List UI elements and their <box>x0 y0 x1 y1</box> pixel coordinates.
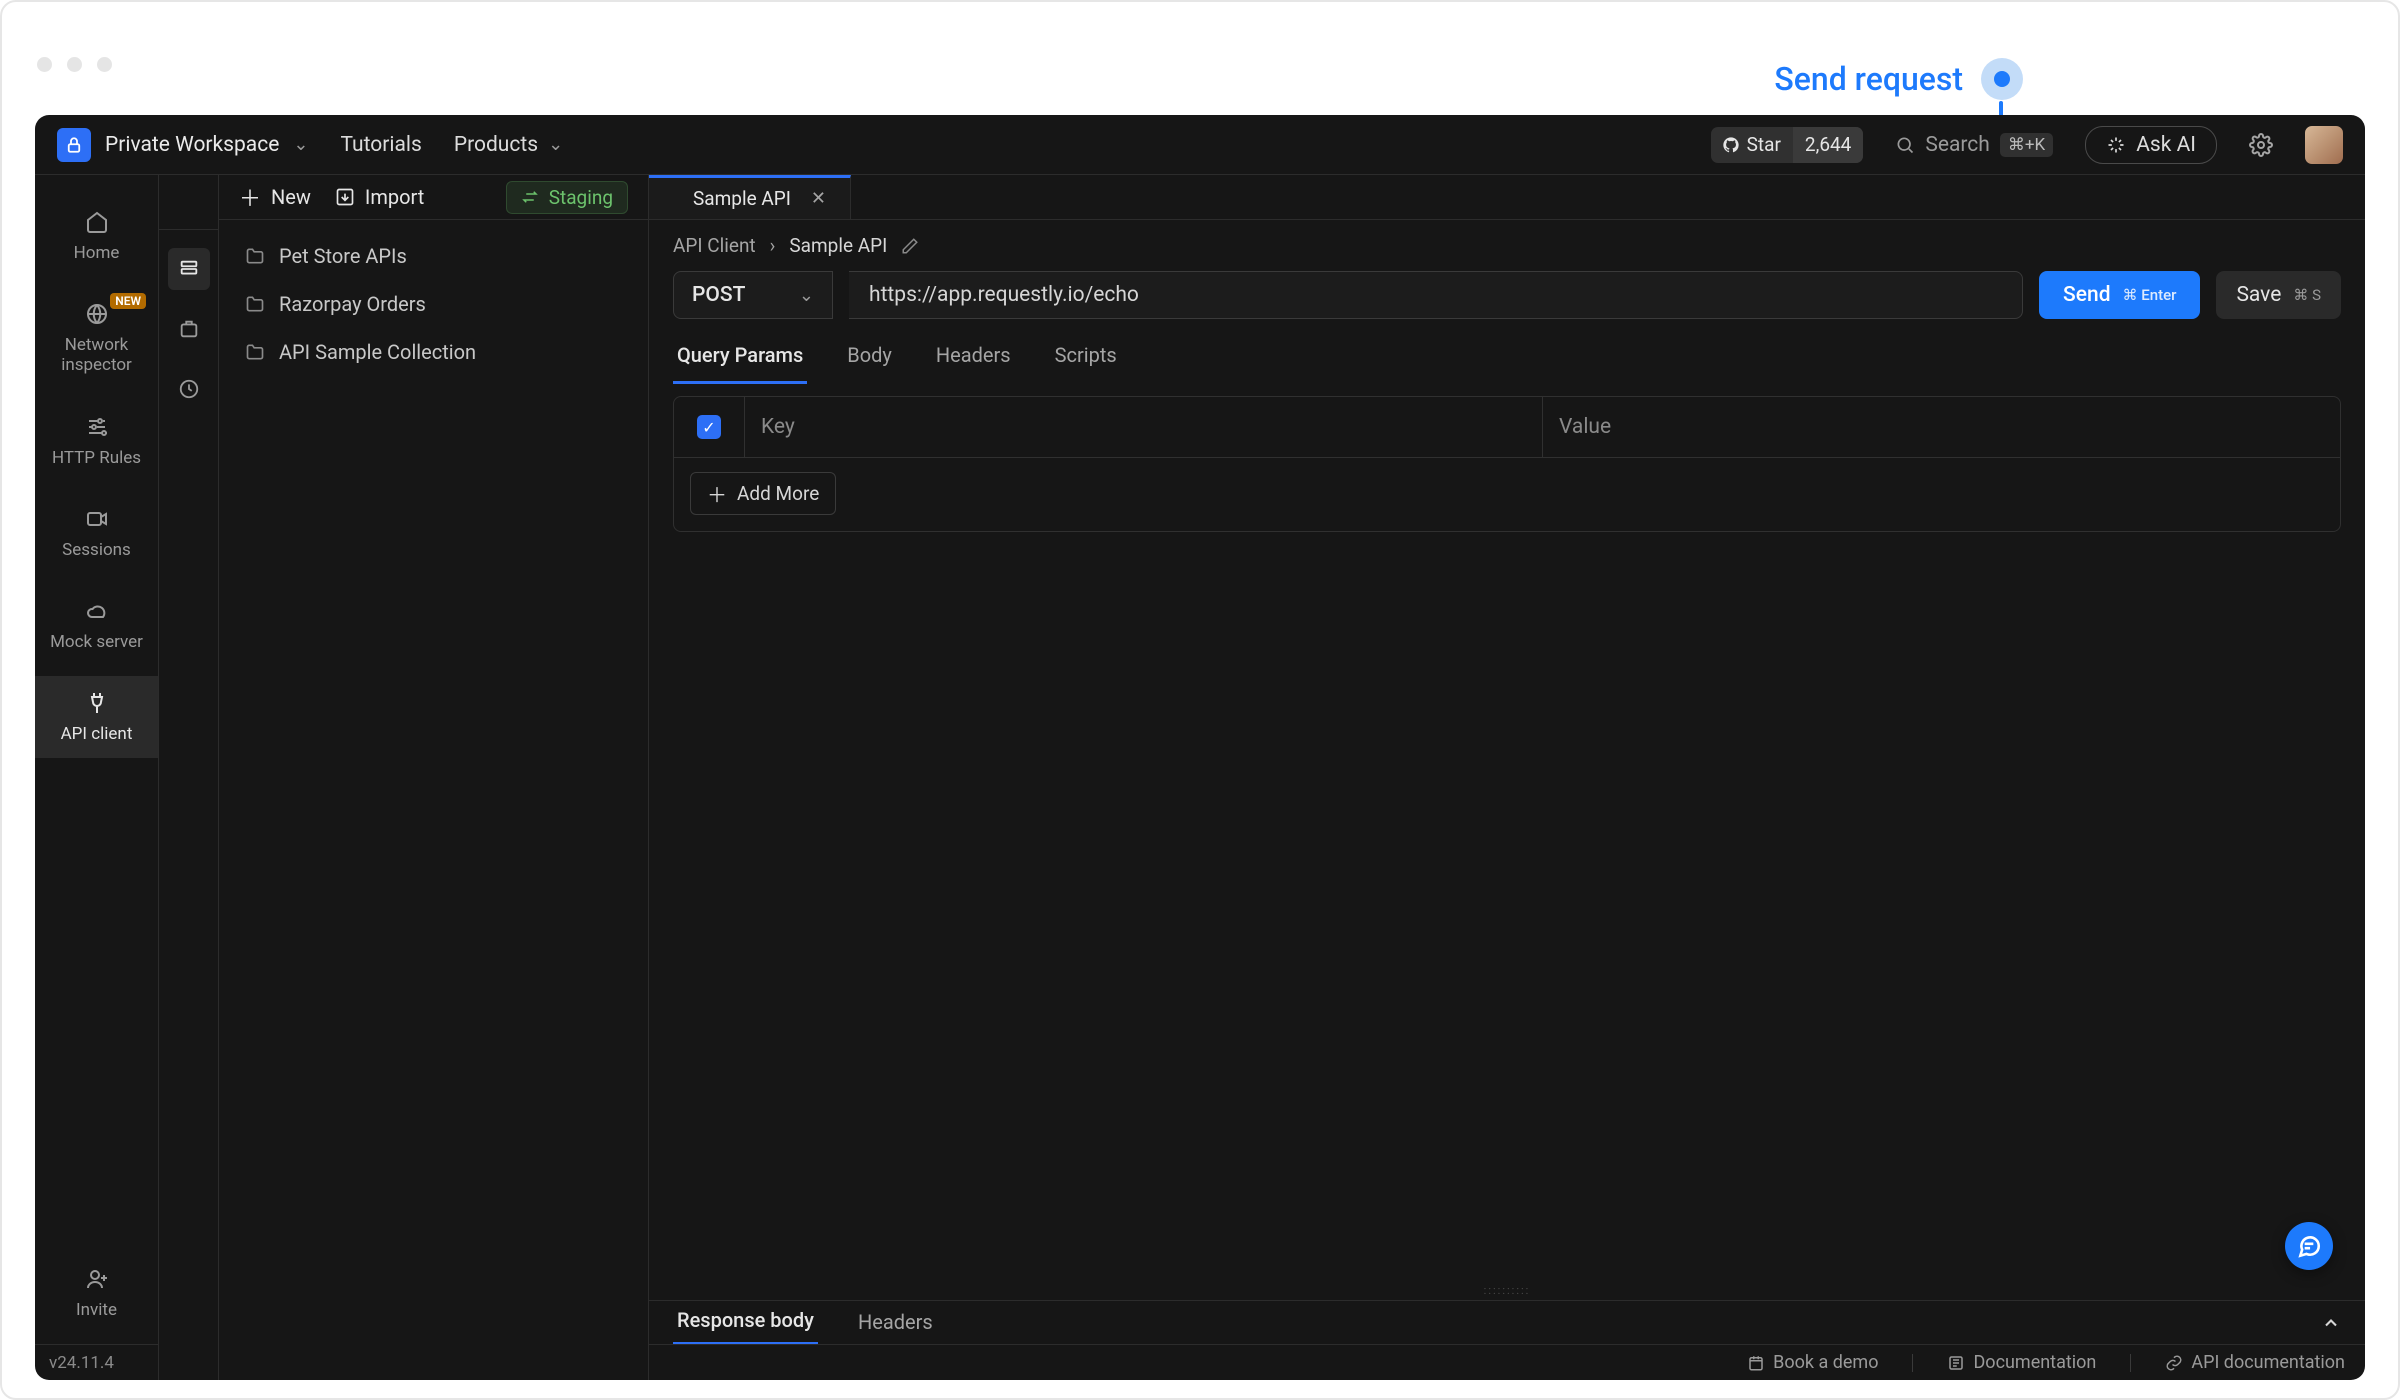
response-tabs: Response body Headers <box>649 1300 2365 1344</box>
params-key-header: Key <box>744 397 1542 457</box>
api-documentation-link[interactable]: API documentation <box>2165 1352 2345 1373</box>
plug-icon <box>84 690 110 716</box>
lock-icon <box>57 128 91 162</box>
search-button[interactable]: Search ⌘+K <box>1895 133 2053 157</box>
avatar[interactable] <box>2305 126 2343 164</box>
url-input[interactable] <box>849 271 2023 319</box>
close-icon[interactable]: ✕ <box>811 188 826 209</box>
user-plus-icon <box>84 1266 110 1292</box>
workspace-name: Private Workspace <box>105 133 279 157</box>
collection-item[interactable]: Razorpay Orders <box>219 280 648 328</box>
link-icon <box>2165 1354 2183 1372</box>
breadcrumb: API Client › Sample API <box>649 220 2365 271</box>
main-panel: Sample API ✕ API Client › Sample API POS… <box>649 175 2365 1380</box>
callout-label: Send request <box>1774 60 1963 98</box>
method-select[interactable]: POST ⌄ <box>673 271 833 319</box>
rail-home[interactable]: Home <box>35 195 158 277</box>
expand-response[interactable] <box>2321 1313 2341 1333</box>
collections-iconstrip <box>159 175 219 1380</box>
nav-products[interactable]: Products ⌄ <box>454 133 563 157</box>
layers-icon <box>178 258 200 280</box>
collections-view[interactable] <box>168 248 210 290</box>
chevron-down-icon: ⌄ <box>799 285 814 306</box>
calendar-icon <box>1747 1354 1765 1372</box>
settings-button[interactable] <box>2249 133 2273 157</box>
environments-view[interactable] <box>168 308 210 350</box>
tabs-bar: Sample API ✕ <box>649 175 2365 220</box>
globe-icon <box>84 301 110 327</box>
drag-handle[interactable]: :::::::::: <box>649 1284 2365 1300</box>
box-icon <box>178 318 200 340</box>
ask-ai-button[interactable]: Ask AI <box>2085 126 2217 164</box>
history-icon <box>178 378 200 400</box>
github-star-button[interactable]: Star 2,644 <box>1711 127 1864 163</box>
import-button[interactable]: Import <box>335 185 424 209</box>
rail-rules[interactable]: HTTP Rules <box>35 400 158 482</box>
github-star-count: 2,644 <box>1793 127 1863 163</box>
left-rail: Home NEW Network inspector HTTP Rules Se… <box>35 175 159 1380</box>
sliders-icon <box>84 414 110 440</box>
video-icon <box>84 506 110 532</box>
rail-api-client[interactable]: API client <box>35 676 158 758</box>
response-tab-headers[interactable]: Headers <box>854 1302 937 1344</box>
chevron-down-icon: ⌄ <box>548 134 563 155</box>
chevron-down-icon: ⌄ <box>293 134 308 155</box>
cloud-icon <box>84 598 110 624</box>
new-button[interactable]: ＋New <box>239 181 311 213</box>
nav-tutorials[interactable]: Tutorials <box>340 133 421 157</box>
rail-network[interactable]: NEW Network inspector <box>35 287 158 390</box>
request-subtabs: Query Params Body Headers Scripts <box>649 333 2365 384</box>
collection-item[interactable]: API Sample Collection <box>219 328 648 376</box>
gear-icon <box>2249 133 2273 157</box>
environment-selector[interactable]: Staging <box>506 181 628 214</box>
subtab-scripts[interactable]: Scripts <box>1051 333 1121 384</box>
param-checkbox[interactable]: ✓ <box>697 415 721 439</box>
collection-item[interactable]: Pet Store APIs <box>219 232 648 280</box>
subtab-body[interactable]: Body <box>843 333 896 384</box>
chevron-up-icon <box>2321 1313 2341 1333</box>
statusbar: Book a demo Documentation API documentat… <box>649 1344 2365 1380</box>
subtab-query-params[interactable]: Query Params <box>673 333 807 384</box>
new-badge: NEW <box>110 293 146 309</box>
edit-icon[interactable] <box>901 237 919 255</box>
traffic-lights[interactable] <box>37 57 112 72</box>
sparkle-icon <box>2106 135 2126 155</box>
params-table: ✓ Key Value ＋ Add More <box>673 396 2341 532</box>
version-label: v24.11.4 <box>35 1344 158 1380</box>
plus-icon: ＋ <box>707 479 727 508</box>
response-tab-body[interactable]: Response body <box>673 1300 818 1345</box>
rail-sessions[interactable]: Sessions <box>35 492 158 574</box>
search-icon <box>1895 135 1915 155</box>
book-icon <box>1947 1354 1965 1372</box>
subtab-headers[interactable]: Headers <box>932 333 1015 384</box>
params-value-header: Value <box>1542 397 2340 457</box>
home-icon <box>84 209 110 235</box>
documentation-link[interactable]: Documentation <box>1947 1352 2096 1373</box>
chat-fab[interactable] <box>2285 1222 2333 1270</box>
callout-send-request: Send request <box>1774 58 2023 100</box>
swap-icon <box>521 188 539 206</box>
folder-icon <box>245 342 265 362</box>
book-demo-link[interactable]: Book a demo <box>1747 1352 1878 1373</box>
rail-mock[interactable]: Mock server <box>35 584 158 666</box>
tab-sample-api[interactable]: Sample API ✕ <box>649 175 851 219</box>
import-icon <box>335 187 355 207</box>
folder-icon <box>245 246 265 266</box>
send-button[interactable]: Send ⌘ Enter <box>2039 271 2200 319</box>
workspace-switcher[interactable]: Private Workspace ⌄ <box>57 128 308 162</box>
add-more-button[interactable]: ＋ Add More <box>690 472 836 515</box>
github-icon <box>1723 137 1739 153</box>
chat-icon <box>2296 1233 2322 1259</box>
folder-icon <box>245 294 265 314</box>
plus-icon: ＋ <box>239 181 261 213</box>
rail-invite[interactable]: Invite <box>35 1252 158 1334</box>
topbar: Private Workspace ⌄ Tutorials Products ⌄… <box>35 115 2365 175</box>
history-view[interactable] <box>168 368 210 410</box>
collections-panel: ＋New Import Staging Pet Store APIs Razor… <box>219 175 649 1380</box>
save-button[interactable]: Save ⌘ S <box>2216 271 2341 319</box>
search-shortcut: ⌘+K <box>2000 133 2053 157</box>
